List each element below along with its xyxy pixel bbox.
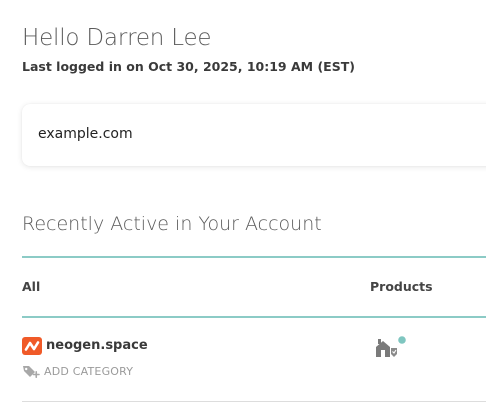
hosting-icon[interactable] bbox=[375, 335, 409, 359]
add-category-button[interactable]: ADD CATEGORY bbox=[22, 363, 133, 379]
header-divider bbox=[22, 316, 486, 318]
row-divider bbox=[22, 401, 486, 402]
section-divider bbox=[22, 256, 486, 258]
add-category-label: ADD CATEGORY bbox=[44, 364, 134, 378]
greeting-heading: Hello Darren Lee bbox=[22, 25, 212, 51]
column-header-products: Products bbox=[370, 279, 433, 294]
tag-add-icon bbox=[22, 364, 40, 379]
last-login-text: Last logged in on Oct 30, 2025, 10:19 AM… bbox=[22, 59, 355, 74]
site-logo-icon bbox=[22, 337, 42, 355]
row-domain-link[interactable]: neogen.space bbox=[46, 338, 148, 353]
section-title: Recently Active in Your Account bbox=[22, 213, 322, 235]
column-header-all: All bbox=[22, 279, 41, 294]
domain-card-label: example.com bbox=[38, 126, 133, 142]
domain-card[interactable]: example.com bbox=[22, 104, 486, 166]
dashboard-page: Hello Darren Lee Last logged in on Oct 3… bbox=[0, 0, 486, 404]
